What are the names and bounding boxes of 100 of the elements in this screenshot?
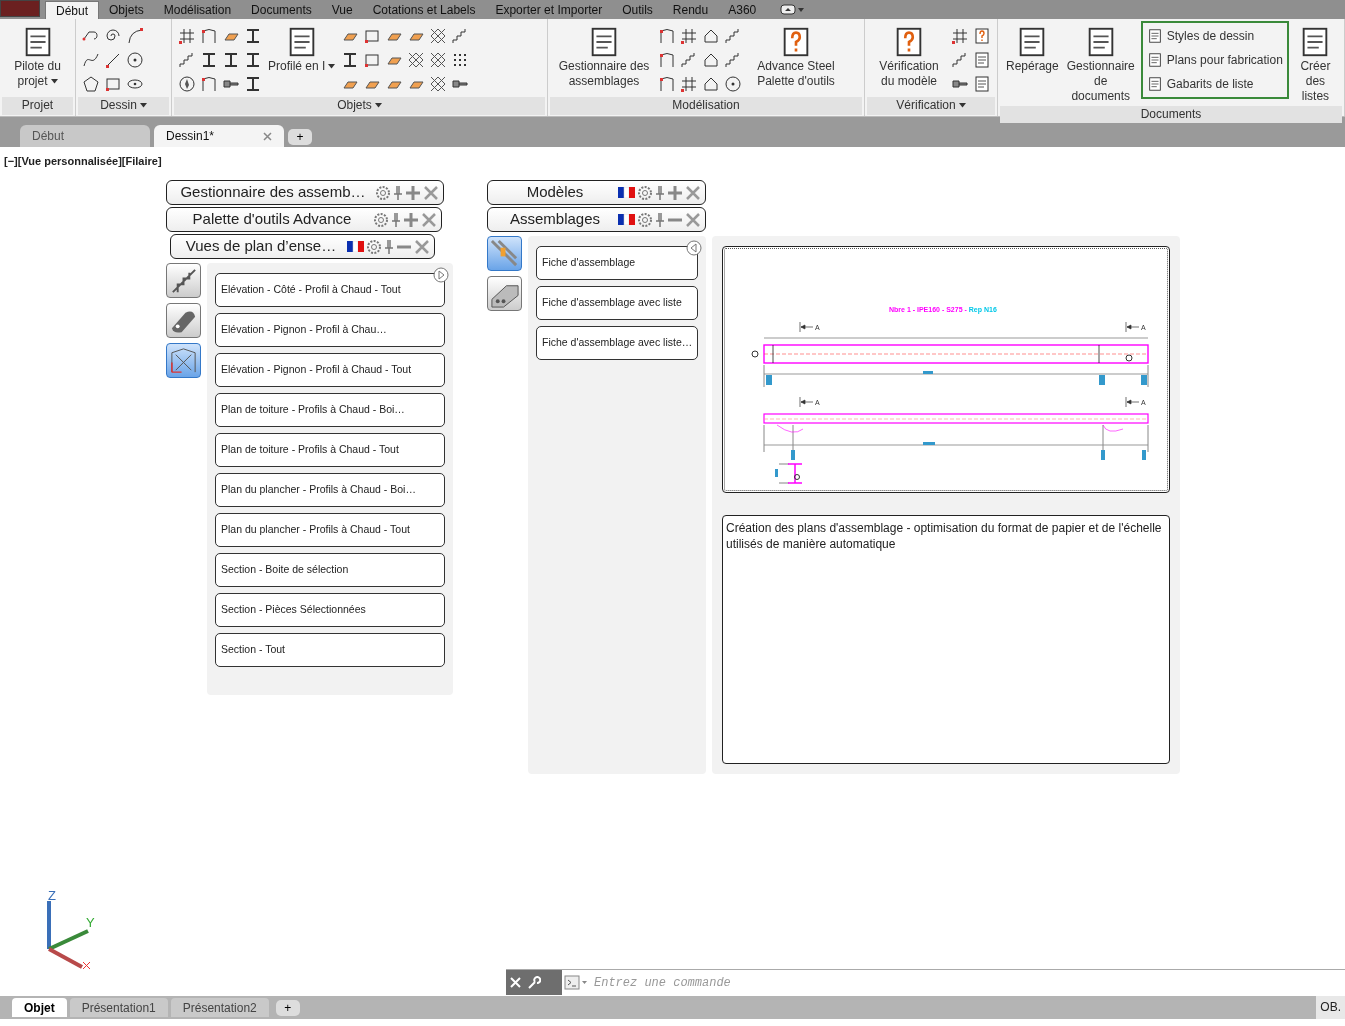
ribbon-tab[interactable]: Outils	[612, 1, 663, 19]
pin-icon[interactable]	[384, 238, 394, 255]
grid-icon[interactable]	[680, 75, 698, 93]
settings-icon[interactable]	[637, 211, 653, 228]
pin-icon[interactable]	[655, 184, 665, 201]
new-layout-button[interactable]: +	[275, 999, 300, 1016]
template-item[interactable]: Plan du plancher - Profils à Chaud - Tout	[215, 513, 445, 547]
template-item[interactable]: Fiche d'assemblage avec liste	[536, 286, 698, 320]
template-item[interactable]: Elévation - Côté - Profil à Chaud - Tout	[215, 273, 445, 307]
settings-icon[interactable]	[375, 184, 391, 201]
settings-icon[interactable]	[366, 238, 382, 255]
template-item[interactable]: Plan du plancher - Profils à Chaud - Boi…	[215, 473, 445, 507]
palette-title-bar[interactable]: Modèles	[487, 180, 706, 205]
palette-title-bar[interactable]: Gestionnaire des assemb…	[166, 180, 444, 205]
palette-tab[interactable]	[166, 303, 201, 338]
file-tab[interactable]: Dessin1*	[154, 125, 284, 147]
ribbon-button[interactable]: Plans pour fabrication	[1146, 50, 1283, 70]
close-icon[interactable]	[423, 184, 439, 201]
ribbon-button[interactable]: Profilé en I	[266, 23, 338, 76]
ribbon-button[interactable]: Gabarits de liste	[1146, 74, 1283, 94]
settings-icon[interactable]	[637, 184, 653, 201]
i-beam-icon[interactable]	[222, 51, 240, 69]
close-icon[interactable]	[414, 238, 430, 255]
palette-tab[interactable]	[487, 276, 522, 311]
ribbon-button[interactable]: Vérification du modèle	[871, 23, 947, 91]
layout-tab[interactable]: Présentation2	[170, 998, 269, 1017]
expand-icon[interactable]	[405, 184, 421, 201]
close-icon[interactable]	[685, 184, 701, 201]
ribbon-group-label[interactable]: Objets	[174, 97, 545, 115]
template-item[interactable]: Fiche d'assemblage	[536, 246, 698, 280]
pin-icon[interactable]	[655, 211, 665, 228]
ribbon-group-label[interactable]: Vérification	[867, 97, 995, 115]
crosshatch-icon[interactable]	[429, 75, 448, 93]
frame-icon[interactable]	[658, 51, 676, 69]
wrench-icon[interactable]	[527, 975, 541, 990]
palette-tab[interactable]	[166, 343, 201, 378]
close-icon[interactable]	[685, 211, 701, 228]
crosshatch-icon[interactable]	[429, 51, 448, 69]
ribbon-group-label[interactable]: Dessin	[78, 97, 169, 115]
pin-icon[interactable]	[391, 211, 401, 228]
ribbon-tab[interactable]: Début	[45, 1, 100, 19]
template-item[interactable]: Elévation - Pignon - Profil à Chaud - Tout	[215, 353, 445, 387]
rectangle-icon[interactable]	[363, 27, 382, 45]
house-icon[interactable]	[702, 27, 720, 45]
palette-tab[interactable]	[166, 263, 201, 298]
pin-icon[interactable]	[393, 184, 403, 201]
question-icon[interactable]	[973, 27, 991, 45]
grid-icon[interactable]	[178, 27, 196, 45]
flag-icon[interactable]	[618, 187, 635, 198]
ribbon-button[interactable]: Gestionnaire des assemblages	[554, 23, 654, 91]
frame-icon[interactable]	[658, 75, 676, 93]
minimize-ribbon-icon[interactable]	[780, 4, 807, 16]
palette-title-bar[interactable]: Palette d'outils Advance	[166, 207, 442, 232]
layout-tab[interactable]: Présentation1	[69, 998, 168, 1017]
template-item[interactable]: Section - Boite de sélection	[215, 553, 445, 587]
ribbon-tab[interactable]: Documents	[241, 1, 322, 19]
ribbon-button[interactable]: Créer des listes	[1292, 23, 1338, 106]
arc-icon[interactable]	[126, 27, 144, 45]
ribbon-tab[interactable]: Objets	[99, 1, 154, 19]
flag-icon[interactable]	[347, 241, 364, 252]
status-button[interactable]: OB.	[1316, 996, 1345, 1019]
frame-icon[interactable]	[200, 27, 218, 45]
ribbon-button[interactable]: Pilote du projet	[6, 23, 69, 91]
circle-icon[interactable]	[126, 51, 144, 69]
ribbon-tab[interactable]: Modélisation	[153, 1, 242, 19]
close-icon[interactable]	[421, 211, 437, 228]
ribbon-tab[interactable]: Exporter et Importer	[485, 1, 613, 19]
expand-icon[interactable]	[403, 211, 419, 228]
i-beam-icon[interactable]	[200, 51, 218, 69]
i-beam-icon[interactable]	[244, 51, 262, 69]
template-item[interactable]: Section - Tout	[215, 633, 445, 667]
template-item[interactable]: Elévation - Pignon - Profil à Chau…	[215, 313, 445, 347]
ribbon-tab[interactable]: A360	[718, 1, 767, 19]
frame-icon[interactable]	[200, 75, 218, 93]
grid-icon[interactable]	[951, 27, 969, 45]
curve-icon[interactable]	[82, 51, 100, 69]
i-beam-icon[interactable]	[244, 75, 262, 93]
grid-icon[interactable]	[680, 27, 698, 45]
ribbon-tab[interactable]: Rendu	[662, 1, 719, 19]
pentagon-icon[interactable]	[82, 75, 100, 93]
expand-icon[interactable]	[667, 184, 683, 201]
rectangle-icon[interactable]	[104, 75, 122, 93]
house-icon[interactable]	[702, 75, 720, 93]
template-item[interactable]: Fiche d'assemblage avec liste…	[536, 326, 698, 360]
circle-icon[interactable]	[724, 75, 742, 93]
house-icon[interactable]	[702, 51, 720, 69]
ribbon-button[interactable]: Advance Steel Palette d'outils	[746, 23, 846, 91]
frame-icon[interactable]	[658, 27, 676, 45]
template-item[interactable]: Plan de toiture - Profils à Chaud - Boi…	[215, 393, 445, 427]
ribbon-tab[interactable]: Cotations et Labels	[362, 1, 486, 19]
document-icon[interactable]	[973, 51, 991, 69]
compass-icon[interactable]	[178, 75, 196, 93]
template-item[interactable]: Section - Pièces Sélectionnées	[215, 593, 445, 627]
crosshatch-icon[interactable]	[429, 27, 448, 45]
layout-tab[interactable]: Objet	[12, 998, 67, 1017]
template-item[interactable]: Plan de toiture - Profils à Chaud - Tout	[215, 433, 445, 467]
flag-icon[interactable]	[618, 214, 635, 225]
new-tab-button[interactable]: +	[288, 129, 312, 145]
ribbon-button[interactable]: Repérage	[1004, 23, 1061, 76]
rectangle-icon[interactable]	[363, 51, 382, 69]
